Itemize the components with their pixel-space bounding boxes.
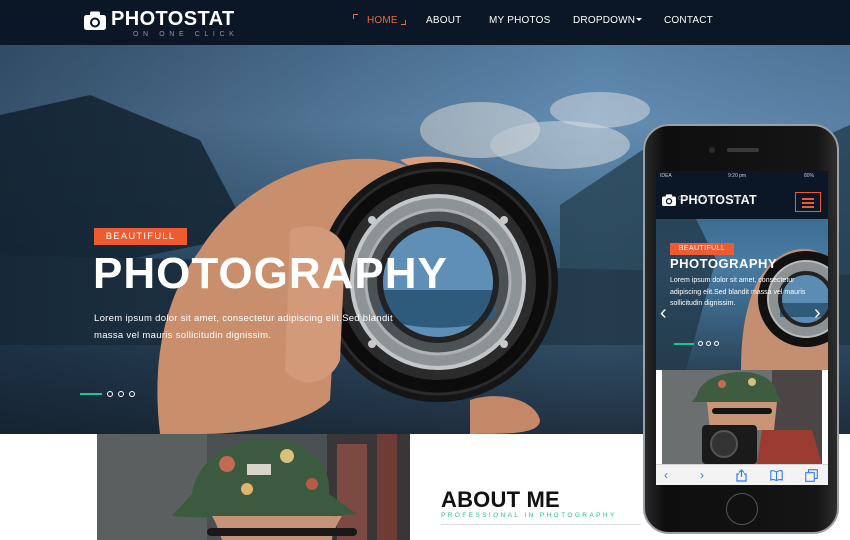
phone-slider-dot-2[interactable] bbox=[706, 341, 711, 346]
about-title: ABOUT ME bbox=[441, 487, 560, 512]
phone-slider-dot-3[interactable] bbox=[714, 341, 719, 346]
browser-forward-icon[interactable]: › bbox=[700, 468, 704, 482]
nav-about[interactable]: ABOUT bbox=[426, 15, 461, 26]
nav-dropdown[interactable]: DROPDOWN bbox=[573, 15, 643, 26]
phone-hero-title: PHOTOGRAPHY bbox=[670, 256, 778, 271]
phone-home-button bbox=[726, 493, 758, 525]
slider-pagination bbox=[80, 391, 140, 397]
active-bracket-right bbox=[401, 20, 406, 25]
about-photo bbox=[97, 434, 410, 540]
about-subtitle: PROFESSIONAL IN PHOTOGRAPHY bbox=[441, 512, 617, 519]
phone-hero-description: Lorem ipsum dolor sit amet, consectetur … bbox=[670, 277, 806, 308]
phone-mockup: IDEA 9:20 pm 80% PHOTOSTAT ON ONE CLICK bbox=[643, 124, 839, 534]
slider-dot-2[interactable] bbox=[118, 391, 124, 397]
phone-front-camera bbox=[709, 147, 715, 153]
hero-title: PHOTOGRAPHY bbox=[93, 249, 448, 298]
book-icon[interactable] bbox=[770, 470, 783, 481]
phone-hero-slider: BEAUTIFULL PHOTOGRAPHY Lorem ipsum dolor… bbox=[656, 219, 828, 370]
share-icon[interactable] bbox=[736, 469, 747, 482]
phone-photographer-image bbox=[662, 370, 822, 464]
phone-speaker bbox=[727, 148, 759, 152]
phone-browser-toolbar: ‹ › bbox=[656, 464, 828, 485]
hero-description: Lorem ipsum dolor sit amet, consectetur … bbox=[94, 313, 393, 341]
status-time: 9:20 pm bbox=[728, 173, 747, 179]
phone-slider-dot-1[interactable] bbox=[698, 341, 703, 346]
slider-indicator-active[interactable] bbox=[80, 393, 102, 395]
about-divider bbox=[441, 524, 641, 525]
about-text-fragment bbox=[441, 535, 641, 540]
phone-about-photo bbox=[662, 370, 822, 464]
caret-down-icon bbox=[636, 18, 643, 21]
phone-slider-pagination bbox=[674, 341, 722, 346]
browser-back-icon[interactable]: ‹ bbox=[664, 468, 668, 482]
phone-screen: IDEA 9:20 pm 80% PHOTOSTAT ON ONE CLICK bbox=[656, 171, 828, 485]
hero-badge: BEAUTIFULL bbox=[94, 228, 187, 245]
phone-slider-indicator-active[interactable] bbox=[674, 342, 694, 345]
status-carrier: IDEA bbox=[660, 173, 672, 179]
nav-contact[interactable]: CONTACT bbox=[664, 15, 713, 26]
active-bracket-left bbox=[353, 14, 358, 19]
chevron-left-icon[interactable]: ‹ bbox=[660, 303, 667, 323]
phone-brand-tagline: ON ONE CLICK bbox=[678, 196, 750, 202]
tabs-icon[interactable] bbox=[805, 469, 818, 482]
status-battery: 80% bbox=[804, 173, 815, 179]
nav-my-photos[interactable]: MY PHOTOS bbox=[489, 15, 550, 26]
phone-hero-badge: BEAUTIFULL bbox=[670, 243, 734, 255]
slider-dot-3[interactable] bbox=[129, 391, 135, 397]
slider-dot-1[interactable] bbox=[107, 391, 113, 397]
nav-dropdown-label: DROPDOWN bbox=[573, 15, 636, 26]
chevron-right-icon[interactable]: › bbox=[814, 303, 821, 323]
phone-status-bar: IDEA 9:20 pm 80% bbox=[656, 171, 828, 181]
photographer-image bbox=[97, 434, 410, 540]
navbar: PHOTOSTAT ON ONE CLICK HOME ABOUT MY PHO… bbox=[0, 0, 850, 45]
menu-icon[interactable] bbox=[795, 192, 821, 212]
main-menu: HOME ABOUT MY PHOTOS DROPDOWN CONTACT bbox=[0, 0, 850, 45]
camera-icon bbox=[662, 194, 676, 206]
phone-navbar: PHOTOSTAT ON ONE CLICK bbox=[656, 181, 828, 219]
nav-home[interactable]: HOME bbox=[367, 15, 398, 26]
